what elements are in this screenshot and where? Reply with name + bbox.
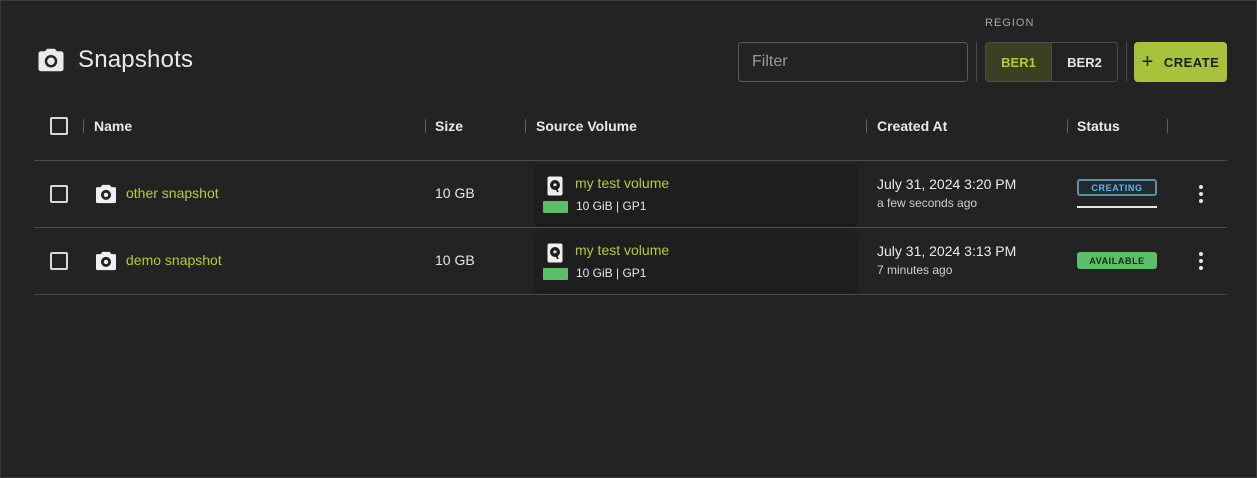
created-relative: a few seconds ago (877, 196, 978, 210)
created-at: July 31, 2024 3:13 PM (877, 243, 1017, 259)
more-actions-icon[interactable] (1193, 250, 1209, 272)
hard-disk-icon (547, 243, 563, 263)
region-toggle: BER1 BER2 (985, 42, 1118, 82)
snapshot-name-link[interactable]: other snapshot (126, 185, 219, 201)
row-checkbox[interactable] (50, 252, 68, 270)
status-progress-bar (1077, 206, 1157, 208)
column-divider (525, 119, 526, 133)
snapshot-size: 10 GB (435, 252, 475, 268)
column-divider (1067, 119, 1068, 133)
camera-icon (96, 251, 116, 271)
column-divider (425, 119, 426, 133)
created-at: July 31, 2024 3:20 PM (877, 176, 1017, 192)
status-badge: CREATING (1077, 179, 1157, 196)
page-header: Snapshots (36, 45, 193, 75)
status-badge: AVAILABLE (1077, 252, 1157, 269)
source-volume-link[interactable]: my test volume (575, 242, 669, 258)
source-volume-card: my test volume 10 GiB | GP1 (536, 165, 856, 224)
column-header-created-at[interactable]: Created At (877, 118, 947, 134)
volume-meta: 10 GiB | GP1 (576, 266, 647, 280)
toolbar-divider (976, 42, 977, 82)
hard-disk-icon (547, 176, 563, 196)
volume-status-bar (543, 268, 568, 280)
select-all-checkbox[interactable] (50, 117, 68, 135)
snapshots-table: Name Size Source Volume Created At Statu… (34, 106, 1227, 295)
created-relative: 7 minutes ago (877, 263, 953, 277)
column-header-size[interactable]: Size (435, 118, 463, 134)
row-checkbox[interactable] (50, 185, 68, 203)
source-volume-card: my test volume 10 GiB | GP1 (536, 232, 856, 291)
table-row[interactable]: other snapshot 10 GB my test volume 10 G… (34, 161, 1227, 228)
column-header-source-volume[interactable]: Source Volume (536, 118, 637, 134)
camera-icon (38, 48, 64, 72)
create-button[interactable]: + CREATE (1134, 42, 1227, 82)
region-ber1-button[interactable]: BER1 (986, 43, 1052, 81)
toolbar-divider (1126, 42, 1127, 82)
snapshots-panel: Snapshots REGION BER1 BER2 + CREATE Name… (0, 0, 1257, 478)
source-volume-link[interactable]: my test volume (575, 175, 669, 191)
table-row[interactable]: demo snapshot 10 GB my test volume 10 Gi… (34, 228, 1227, 295)
column-header-status[interactable]: Status (1077, 118, 1120, 134)
snapshot-size: 10 GB (435, 185, 475, 201)
plus-icon: + (1141, 51, 1154, 73)
create-button-label: CREATE (1163, 54, 1220, 70)
table-header: Name Size Source Volume Created At Statu… (34, 106, 1227, 161)
region-ber2-button[interactable]: BER2 (1052, 43, 1117, 81)
column-divider (866, 119, 867, 133)
more-actions-icon[interactable] (1193, 183, 1209, 205)
camera-icon (96, 184, 116, 204)
volume-status-bar (543, 201, 568, 213)
column-divider (1167, 119, 1168, 133)
filter-input[interactable] (738, 42, 968, 82)
snapshot-name-link[interactable]: demo snapshot (126, 252, 222, 268)
region-label: REGION (985, 17, 1035, 29)
column-divider (83, 119, 84, 133)
volume-meta: 10 GiB | GP1 (576, 199, 647, 213)
column-header-name[interactable]: Name (94, 118, 132, 134)
page-title: Snapshots (78, 46, 194, 73)
